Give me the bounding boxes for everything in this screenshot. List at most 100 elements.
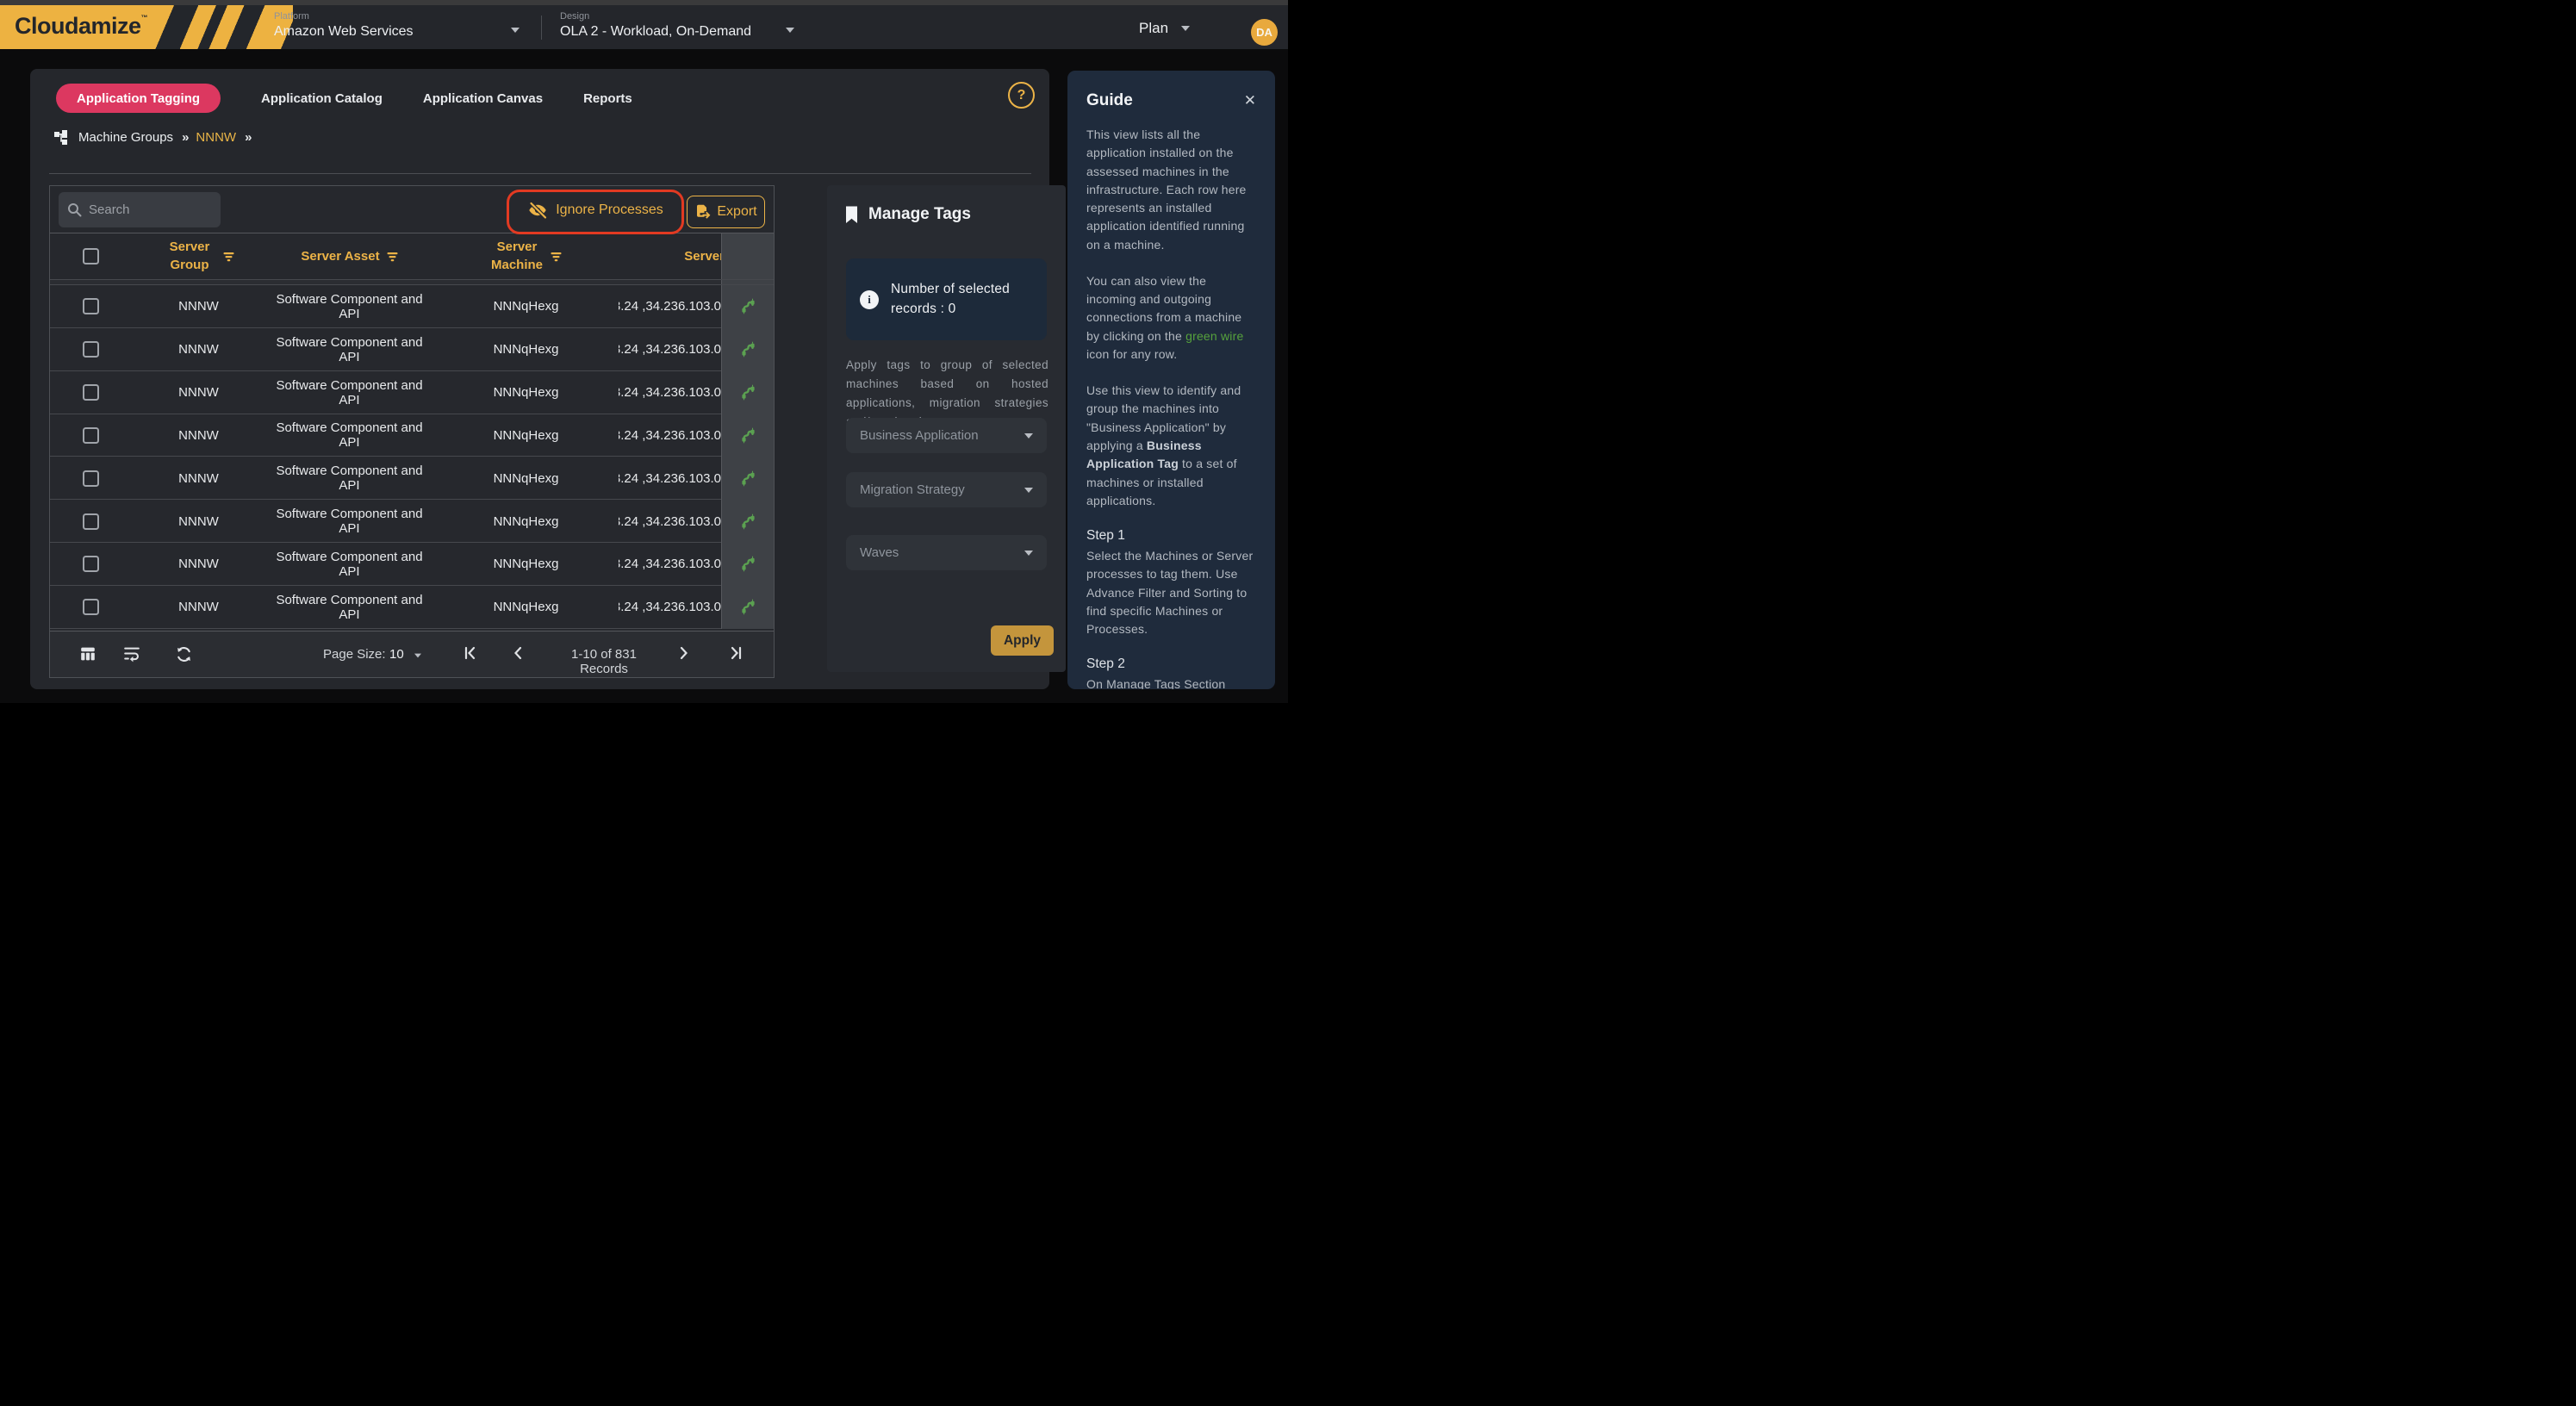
selected-records-infobox: i Number of selected records : 0 — [846, 258, 1047, 340]
waves-dropdown[interactable]: Waves — [846, 535, 1047, 570]
breadcrumb-current-group[interactable]: NNNW — [196, 130, 236, 145]
platform-caret-icon[interactable] — [511, 28, 520, 33]
cell-server-group: NNNW — [132, 299, 265, 314]
cell-server-asset: Software Component and API — [265, 335, 433, 364]
export-button[interactable]: Export — [687, 196, 765, 228]
topbar-divider — [541, 16, 542, 40]
migration-strategy-dropdown[interactable]: Migration Strategy — [846, 472, 1047, 507]
table-row[interactable]: NNNW Software Component and API NNNqHexg… — [50, 414, 774, 457]
table-row[interactable]: NNNW Software Component and API NNNqHexg… — [50, 285, 774, 328]
table-row[interactable]: NNNW Software Component and API NNNqHexg… — [50, 371, 774, 414]
manage-tags-header: Manage Tags — [844, 205, 971, 224]
green-wire-icon[interactable] — [738, 296, 758, 316]
cell-server-group: NNNW — [132, 385, 265, 400]
tab-application-catalog[interactable]: Application Catalog — [261, 91, 383, 106]
design-value: OLA 2 - Workload, On-Demand — [560, 24, 751, 40]
ignore-processes-button[interactable]: Ignore Processes — [520, 194, 671, 227]
guide-paragraph: You can also view the incoming and outgo… — [1086, 272, 1256, 364]
close-icon[interactable]: ✕ — [1244, 92, 1256, 109]
wrap-text-button[interactable] — [122, 644, 141, 663]
selected-records-text: Number of selected records : 0 — [891, 280, 1033, 319]
connections-cell[interactable] — [721, 500, 774, 543]
cell-server-ip: 34.236.103.0, 203.24 — [619, 471, 721, 486]
cell-server-group: NNNW — [132, 557, 265, 571]
column-header-server-asset[interactable]: Server Asset — [265, 249, 433, 264]
filter-icon[interactable] — [551, 252, 562, 262]
row-checkbox[interactable] — [83, 556, 99, 572]
green-wire-mention: green wire — [1185, 329, 1243, 343]
design-selector[interactable]: Design OLA 2 - Workload, On-Demand — [560, 11, 751, 40]
connections-cell[interactable] — [721, 371, 774, 414]
cell-server-asset: Software Component and API — [265, 593, 433, 622]
previous-page-icon — [511, 643, 525, 663]
filter-icon[interactable] — [223, 252, 234, 262]
page-size-caret-icon[interactable] — [414, 654, 421, 658]
green-wire-icon[interactable] — [738, 597, 758, 617]
last-page-button[interactable] — [727, 643, 744, 663]
row-checkbox[interactable] — [83, 298, 99, 314]
refresh-button[interactable] — [174, 644, 194, 664]
connections-cell[interactable] — [721, 586, 774, 629]
breadcrumb-machine-groups[interactable]: Machine Groups — [78, 130, 173, 145]
table-row[interactable]: NNNW Software Component and API NNNqHexg… — [50, 500, 774, 543]
select-all-checkbox[interactable] — [83, 248, 99, 264]
business-application-dropdown[interactable]: Business Application — [846, 418, 1047, 453]
tab-application-tagging[interactable]: Application Tagging — [56, 84, 221, 113]
apply-button[interactable]: Apply — [991, 625, 1054, 656]
app-screen: Cloudamize™ Platform Amazon Web Services… — [0, 0, 1288, 703]
tab-application-canvas[interactable]: Application Canvas — [423, 91, 543, 106]
column-label: Server Asset — [301, 249, 379, 264]
previous-page-button[interactable] — [511, 643, 525, 663]
connections-cell[interactable] — [721, 414, 774, 457]
last-page-icon — [727, 643, 744, 663]
ignore-processes-label: Ignore Processes — [556, 202, 663, 218]
design-caret-icon[interactable] — [786, 28, 794, 33]
tab-reports[interactable]: Reports — [583, 91, 632, 106]
green-wire-icon[interactable] — [738, 426, 758, 445]
plan-caret-icon[interactable] — [1181, 26, 1190, 31]
table-body: NNNW Software Component and API NNNqHexg… — [50, 285, 774, 629]
green-wire-icon[interactable] — [738, 339, 758, 359]
green-wire-icon[interactable] — [738, 383, 758, 402]
plan-menu[interactable]: Plan — [1139, 20, 1168, 37]
search-input[interactable] — [89, 202, 209, 217]
connections-cell[interactable] — [721, 543, 774, 586]
row-checkbox[interactable] — [83, 384, 99, 401]
user-avatar[interactable]: DA — [1251, 19, 1278, 46]
filter-icon[interactable] — [387, 252, 398, 262]
platform-selector[interactable]: Platform Amazon Web Services — [274, 11, 414, 40]
help-button[interactable]: ? — [1008, 82, 1035, 109]
green-wire-icon[interactable] — [738, 512, 758, 532]
table-row[interactable]: NNNW Software Component and API NNNqHexg… — [50, 543, 774, 586]
dropdown-label: Waves — [860, 545, 899, 560]
export-file-icon — [694, 204, 711, 221]
table-row[interactable]: NNNW Software Component and API NNNqHexg… — [50, 328, 774, 371]
table-row[interactable]: NNNW Software Component and API NNNqHexg… — [50, 586, 774, 629]
column-settings-button[interactable] — [78, 644, 97, 663]
green-wire-icon[interactable] — [738, 469, 758, 488]
column-header-server-machine[interactable]: Server Machine — [433, 239, 619, 274]
cell-server-ip: 34.236.103.0, 203.24 — [619, 600, 721, 614]
connections-cell[interactable] — [721, 457, 774, 500]
column-header-server-ip[interactable]: Server — [619, 249, 725, 264]
row-checkbox[interactable] — [83, 427, 99, 444]
next-page-button[interactable] — [677, 643, 691, 663]
green-wire-icon[interactable] — [738, 554, 758, 574]
first-page-button[interactable] — [462, 643, 479, 663]
row-checkbox[interactable] — [83, 513, 99, 530]
search-box[interactable] — [59, 192, 221, 227]
row-checkbox[interactable] — [83, 470, 99, 487]
row-checkbox[interactable] — [83, 599, 99, 615]
connections-cell[interactable] — [721, 285, 774, 328]
guide-step1-text: Select the Machines or Server processes … — [1086, 547, 1256, 638]
page-size-value[interactable]: 10 — [389, 647, 404, 662]
row-checkbox[interactable] — [83, 341, 99, 358]
column-header-server-group[interactable]: Server Group — [132, 239, 265, 274]
eye-slash-icon — [527, 200, 548, 221]
guide-step2-title: Step 2 — [1086, 656, 1256, 672]
export-label: Export — [717, 204, 756, 220]
connections-cell[interactable] — [721, 328, 774, 371]
cell-server-machine: NNNqHexg — [433, 600, 619, 614]
table-row[interactable]: NNNW Software Component and API NNNqHexg… — [50, 457, 774, 500]
cell-server-group: NNNW — [132, 471, 265, 486]
